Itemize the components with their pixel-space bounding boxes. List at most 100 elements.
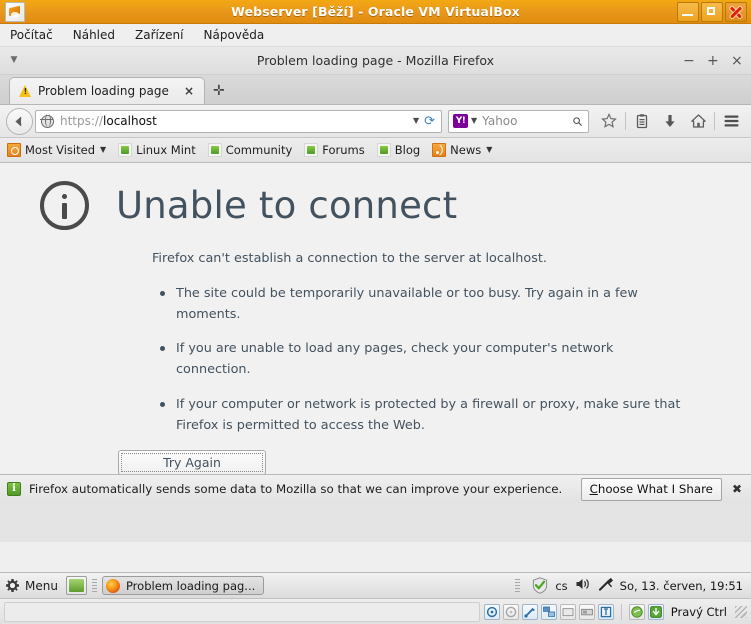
list-item: The site could be temporarily unavailabl…	[160, 284, 691, 325]
tab-label: Problem loading page	[38, 84, 169, 98]
url-scheme: https://	[60, 114, 104, 128]
close-button[interactable]	[725, 1, 747, 22]
bookmark-community[interactable]: Community	[207, 143, 293, 157]
virtualbox-icon	[5, 1, 25, 22]
menu-item-zarizeni[interactable]: Zařízení	[125, 26, 193, 44]
most-visited-icon	[7, 143, 21, 157]
url-bar[interactable]: https://localhost ▼ ⟳	[35, 109, 442, 133]
library-icon[interactable]	[628, 108, 656, 134]
host-key-label: Pravý Ctrl	[670, 604, 727, 619]
gear-icon[interactable]	[5, 578, 20, 593]
minimize-button[interactable]	[677, 1, 699, 22]
url-host: localhost	[103, 114, 157, 128]
firefox-close-button[interactable]: ×	[731, 54, 743, 68]
error-bullet-list: The site could be temporarily unavailabl…	[152, 284, 691, 436]
chevron-down-icon[interactable]: ▼	[4, 56, 24, 65]
menu-item-pocitac[interactable]: Počítač	[0, 26, 63, 44]
navbar-divider	[625, 112, 626, 130]
choose-what-i-share-button[interactable]: Choose What I Share	[580, 477, 722, 501]
mouse-integration-icon[interactable]	[628, 603, 645, 620]
bookmark-linux-mint[interactable]: Linux Mint	[118, 143, 196, 157]
taskbar-task-label: Problem loading pag...	[125, 578, 255, 593]
bookmark-star-icon[interactable]	[595, 108, 623, 134]
firefox-window: ▼ Problem loading page - Mozilla Firefox…	[0, 47, 751, 542]
home-icon[interactable]	[684, 108, 712, 134]
hard-disk-icon[interactable]	[483, 603, 500, 620]
virtualbox-statusbar: Pravý Ctrl	[0, 598, 751, 624]
try-again-label: Try Again	[163, 455, 221, 471]
bookmark-news[interactable]: News ▼	[432, 143, 492, 157]
shared-folders-icon[interactable]	[559, 603, 576, 620]
firefox-minimize-button[interactable]: −	[683, 54, 695, 68]
bookmark-label: Linux Mint	[136, 143, 196, 157]
vrdp-icon[interactable]	[597, 603, 614, 620]
yahoo-icon[interactable]: Y!	[453, 114, 468, 128]
bookmark-blog[interactable]: Blog	[376, 143, 420, 157]
show-desktop-icon[interactable]	[65, 576, 87, 595]
search-bar[interactable]: Y! ▼ Yahoo ⚲	[448, 109, 589, 133]
hamburger-menu-icon[interactable]	[717, 108, 745, 134]
firefox-window-title: Problem loading page - Mozilla Firefox	[256, 53, 495, 68]
virtualbox-window-title: Webserver [Běží] - Oracle VM VirtualBox	[231, 4, 520, 19]
downloads-icon[interactable]	[656, 108, 684, 134]
back-arrow-icon[interactable]	[6, 107, 33, 135]
bookmark-label: Forums	[322, 143, 365, 157]
new-tab-button[interactable]: ✛	[213, 84, 225, 98]
firefox-tabstrip: Problem loading page × ✛	[0, 75, 751, 105]
firefox-navbar: https://localhost ▼ ⟳ Y! ▼ Yahoo ⚲	[0, 105, 751, 138]
try-again-button[interactable]: Try Again	[118, 450, 266, 476]
bookmark-label: News	[450, 143, 482, 157]
error-lead-text: Firefox can't establish a connection to …	[152, 251, 547, 266]
tab-close-icon[interactable]: ×	[180, 84, 198, 98]
resize-grip[interactable]	[735, 605, 747, 618]
info-icon	[7, 482, 21, 496]
info-circle-icon	[40, 181, 89, 230]
url-text: https://localhost	[60, 114, 408, 128]
navbar-divider-2	[714, 112, 715, 130]
notification-text: Firefox automatically sends some data to…	[29, 482, 563, 496]
globe-icon[interactable]	[40, 113, 54, 128]
page-title: Unable to connect	[116, 184, 458, 227]
reload-icon[interactable]: ⟳	[424, 115, 437, 128]
optical-disk-icon[interactable]	[502, 603, 519, 620]
update-shield-icon[interactable]	[532, 577, 548, 594]
bookmark-label: Community	[225, 143, 293, 157]
bookmark-most-visited[interactable]: Most Visited ▼	[7, 143, 106, 157]
virtualbox-window-buttons	[677, 1, 751, 22]
host-key-icon[interactable]	[647, 603, 664, 620]
menu-label[interactable]: Menu	[25, 579, 58, 593]
search-input[interactable]: Yahoo	[482, 114, 573, 128]
bookmark-forums[interactable]: Forums	[304, 143, 365, 157]
chevron-down-icon: ▼	[100, 145, 107, 154]
chevron-down-icon: ▼	[486, 145, 493, 154]
rss-icon	[432, 143, 447, 157]
tray-grip[interactable]	[515, 578, 521, 593]
firefox-maximize-button[interactable]: +	[707, 54, 719, 68]
url-dropdown-icon[interactable]: ▼	[408, 117, 424, 125]
keyboard-layout-indicator[interactable]: cs	[555, 579, 567, 593]
error-body: Firefox can't establish a connection to …	[0, 230, 751, 436]
menu-item-nahled[interactable]: Náhled	[63, 26, 125, 44]
maximize-button[interactable]	[701, 1, 723, 22]
statusbar-divider	[620, 603, 622, 620]
network-icon[interactable]	[540, 603, 557, 620]
usb-icon[interactable]	[521, 603, 538, 620]
notification-close-icon[interactable]: ✖	[732, 483, 742, 495]
tab-problem-loading-page[interactable]: Problem loading page ×	[9, 77, 205, 104]
bluetooth-icon[interactable]	[598, 577, 613, 595]
clock[interactable]: So, 13. červen, 19:51	[620, 579, 743, 593]
menu-item-napoveda[interactable]: Nápověda	[194, 26, 275, 44]
taskbar-task-firefox[interactable]: Problem loading pag...	[101, 576, 264, 595]
taskbar-grip[interactable]	[91, 578, 97, 593]
volume-icon[interactable]	[575, 577, 591, 594]
firefox-window-buttons: − + ×	[683, 54, 751, 68]
display-icon[interactable]	[578, 603, 595, 620]
mint-icon	[118, 143, 133, 157]
mint-icon	[207, 143, 222, 157]
button-label-rest: hoose What I Share	[597, 482, 713, 496]
bookmark-label: Most Visited	[25, 143, 95, 157]
list-item: If your computer or network is protected…	[160, 395, 691, 436]
search-dropdown-icon[interactable]: ▼	[468, 117, 482, 125]
firefox-icon	[105, 578, 120, 593]
virtualbox-status-message	[4, 601, 480, 622]
